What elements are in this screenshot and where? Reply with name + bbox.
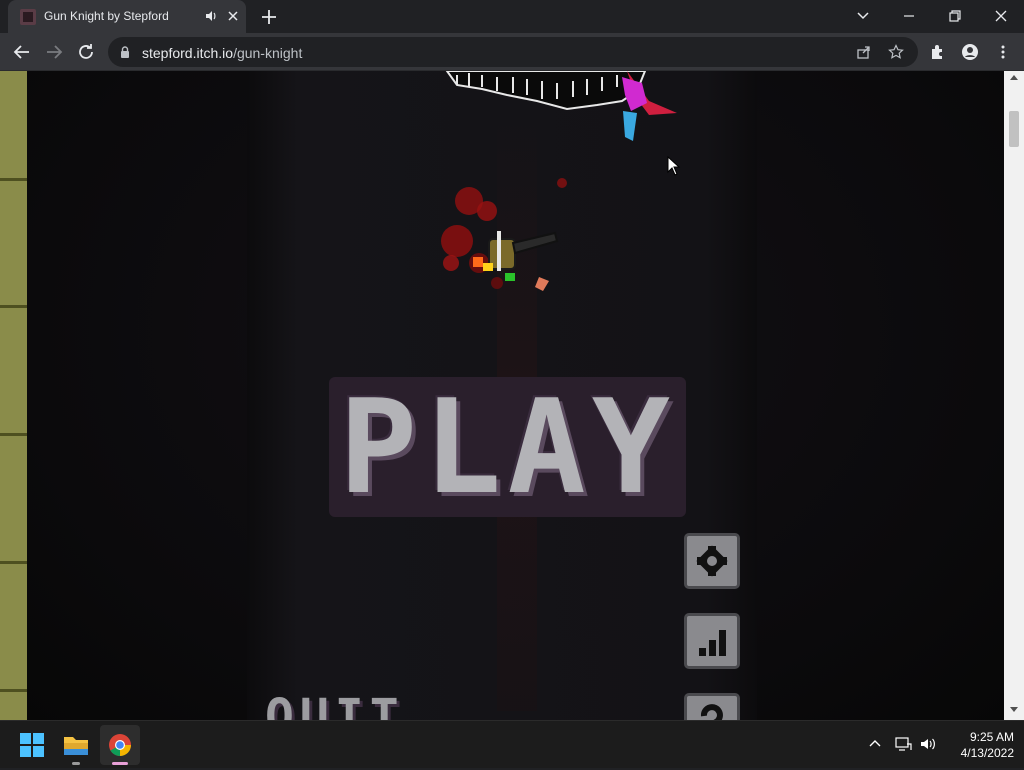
extensions-icon[interactable] bbox=[929, 43, 947, 61]
system-clock[interactable]: 9:25 AM 4/13/2022 bbox=[944, 729, 1014, 761]
network-icon[interactable] bbox=[894, 735, 912, 753]
leaderboard-button[interactable] bbox=[684, 613, 740, 669]
volume-icon[interactable] bbox=[919, 735, 937, 753]
play-label: PLAY bbox=[338, 371, 677, 523]
quit-label: QUIT bbox=[265, 689, 405, 720]
game-title-logo bbox=[445, 71, 677, 141]
active-indicator bbox=[112, 762, 128, 765]
chrome-icon bbox=[109, 734, 131, 756]
scroll-up-icon[interactable] bbox=[1010, 75, 1018, 80]
page-scrollbar[interactable] bbox=[1004, 71, 1024, 720]
chrome-button[interactable] bbox=[100, 725, 140, 765]
tab-strip: Gun Knight by Stepford bbox=[0, 0, 1024, 33]
address-bar[interactable]: stepford.itch.io/gun-knight bbox=[108, 37, 918, 67]
forward-icon[interactable] bbox=[42, 40, 66, 64]
game-canvas[interactable]: PLAY QUIT bbox=[27, 71, 1004, 720]
lock-icon[interactable] bbox=[118, 45, 132, 59]
profile-icon[interactable] bbox=[961, 43, 979, 61]
reload-icon[interactable] bbox=[74, 40, 98, 64]
close-tab-icon[interactable] bbox=[226, 9, 240, 23]
url-path: /gun-knight bbox=[233, 45, 303, 61]
show-hidden-icons-icon[interactable] bbox=[866, 735, 884, 753]
play-button[interactable]: PLAY bbox=[329, 377, 686, 517]
back-icon[interactable] bbox=[10, 40, 34, 64]
mouse-cursor-icon bbox=[667, 156, 681, 176]
minimize-icon[interactable] bbox=[895, 4, 923, 28]
quit-button[interactable]: QUIT bbox=[265, 689, 425, 720]
browser-tab[interactable]: Gun Knight by Stepford bbox=[8, 0, 246, 33]
scrollbar-thumb[interactable] bbox=[1009, 111, 1019, 147]
settings-icon bbox=[696, 545, 728, 577]
new-tab-icon[interactable] bbox=[258, 6, 280, 28]
url-host: stepford.itch.io bbox=[142, 45, 234, 61]
site-favicon-icon bbox=[20, 9, 36, 25]
start-button[interactable] bbox=[12, 725, 52, 765]
help-button[interactable] bbox=[684, 693, 740, 720]
settings-button[interactable] bbox=[684, 533, 740, 589]
running-indicator bbox=[72, 762, 80, 765]
page-content: PLAY QUIT bbox=[0, 71, 1024, 720]
tab-search-icon[interactable] bbox=[849, 4, 877, 28]
page-background bbox=[0, 71, 27, 720]
scroll-down-icon[interactable] bbox=[1010, 707, 1018, 712]
clock-time: 9:25 AM bbox=[969, 730, 1014, 744]
player-knight bbox=[441, 178, 567, 291]
help-icon bbox=[700, 704, 723, 720]
restore-icon[interactable] bbox=[941, 4, 969, 28]
share-icon[interactable] bbox=[856, 44, 872, 60]
speaker-icon[interactable] bbox=[204, 9, 218, 23]
file-explorer-button[interactable] bbox=[56, 725, 96, 765]
taskbar: 9:25 AM 4/13/2022 bbox=[0, 720, 1024, 768]
url-text[interactable]: stepford.itch.io/gun-knight bbox=[142, 45, 302, 61]
file-explorer-icon bbox=[64, 737, 88, 755]
browser-toolbar: stepford.itch.io/gun-knight bbox=[0, 33, 1024, 71]
bookmark-star-icon[interactable] bbox=[888, 44, 904, 60]
close-window-icon[interactable] bbox=[987, 4, 1015, 28]
clock-date: 4/13/2022 bbox=[960, 746, 1014, 760]
start-icon bbox=[20, 733, 44, 757]
leaderboard-icon bbox=[699, 630, 726, 656]
menu-icon[interactable] bbox=[994, 43, 1012, 61]
tab-title: Gun Knight by Stepford bbox=[44, 9, 169, 23]
